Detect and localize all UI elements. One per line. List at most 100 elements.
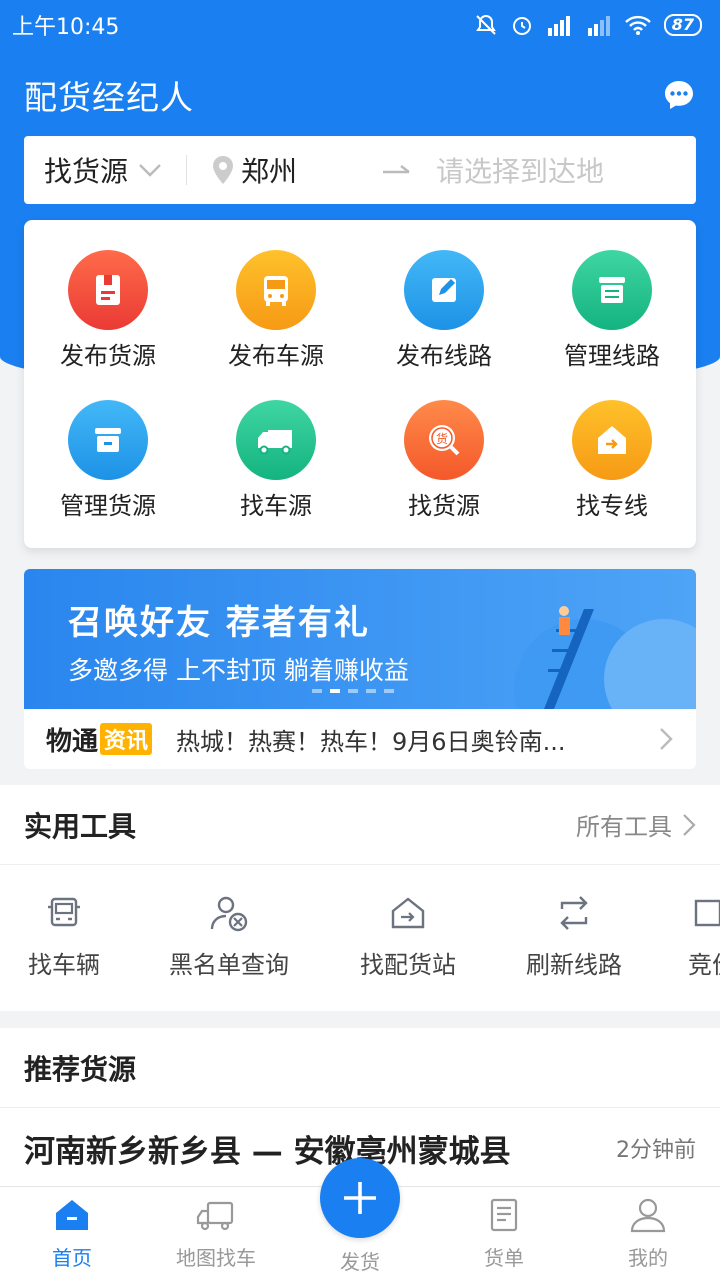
carousel-indicator bbox=[312, 689, 394, 693]
battery-indicator: 87 bbox=[663, 14, 702, 36]
plus-icon bbox=[344, 1182, 376, 1214]
tools-header: 实用工具 所有工具 bbox=[0, 785, 720, 865]
signal-icon bbox=[587, 16, 610, 36]
banner-subtitle: 多邀多得 上不封顶 躺着赚收益 bbox=[68, 656, 409, 685]
carousel-dot bbox=[366, 689, 376, 693]
menu-find-cargo[interactable]: 货 找货源 bbox=[360, 400, 528, 521]
mute-icon bbox=[475, 14, 496, 35]
news-logo-tag: 资讯 bbox=[100, 723, 153, 755]
publish-route-icon bbox=[404, 250, 484, 330]
recommended-title: 推荐货源 bbox=[24, 1052, 137, 1086]
menu-find-truck[interactable]: 找车源 bbox=[192, 400, 360, 521]
home-icon bbox=[56, 1200, 88, 1230]
app-bar: 配货经纪人 bbox=[24, 70, 696, 120]
find-truck-icon bbox=[236, 400, 316, 480]
chevron-right-icon bbox=[660, 728, 673, 750]
tools-row: 找车辆 黑名单查询 找配货站 刷新线路 竞价 bbox=[0, 865, 720, 1011]
page-title: 配货经纪人 bbox=[24, 78, 194, 117]
status-bar: 上午10:45 87 bbox=[0, 0, 720, 50]
chat-bubble-icon[interactable] bbox=[662, 78, 696, 112]
cargo-route: 河南新乡新乡县 — 安徽亳州蒙城县 bbox=[24, 1133, 511, 1170]
profile-icon bbox=[630, 1198, 666, 1233]
refresh-icon bbox=[560, 896, 588, 930]
origin-selector[interactable]: 郑州 bbox=[211, 150, 381, 190]
cargo-time: 2分钟前 bbox=[616, 1138, 696, 1163]
tool-bid[interactable]: 竞价 bbox=[688, 893, 720, 980]
publish-cargo-icon bbox=[68, 250, 148, 330]
carousel-dot bbox=[384, 689, 394, 693]
search-type-label: 找货源 bbox=[44, 155, 129, 188]
news-ticker[interactable]: 物通 资讯 热城！热赛！热车！9月6日奥铃南... bbox=[24, 709, 696, 769]
manage-route-icon bbox=[572, 250, 652, 330]
ship-fab-button[interactable] bbox=[320, 1158, 400, 1238]
tool-label: 找车辆 bbox=[28, 951, 100, 979]
tool-find-station[interactable]: 找配货站 bbox=[356, 893, 460, 980]
menu-find-line[interactable]: 找专线 bbox=[528, 400, 696, 521]
recommended-header: 推荐货源 bbox=[0, 1028, 720, 1108]
route-search-bar: 找货源 郑州 请选择到达地 bbox=[24, 136, 696, 204]
route-arrow-icon bbox=[383, 165, 410, 174]
user-block-icon bbox=[210, 896, 248, 932]
tool-label: 找配货站 bbox=[360, 951, 456, 979]
all-tools-link[interactable]: 所有工具 bbox=[576, 807, 696, 842]
tools-title: 实用工具 bbox=[24, 809, 137, 843]
carousel-dot bbox=[312, 689, 322, 693]
status-icons: 87 bbox=[474, 13, 702, 37]
tab-label: 我的 bbox=[628, 1246, 668, 1270]
tab-label: 货单 bbox=[484, 1246, 524, 1270]
menu-label: 找专线 bbox=[576, 492, 648, 520]
tool-label: 刷新线路 bbox=[526, 951, 622, 979]
tool-find-vehicle[interactable]: 找车辆 bbox=[24, 893, 104, 980]
news-logo-main: 物通 bbox=[46, 726, 99, 757]
bid-icon bbox=[694, 899, 720, 927]
menu-publish-cargo[interactable]: 发布货源 bbox=[24, 250, 192, 371]
tab-label: 地图找车 bbox=[176, 1246, 256, 1270]
promo-banner[interactable]: 召唤好友 荐者有礼 多邀多得 上不封顶 躺着赚收益 bbox=[24, 569, 696, 709]
menu-publish-truck[interactable]: 发布车源 bbox=[192, 250, 360, 371]
tab-map-truck[interactable]: 地图找车 bbox=[144, 1197, 288, 1271]
order-list-icon bbox=[490, 1198, 518, 1232]
origin-city: 郑州 bbox=[241, 155, 298, 188]
tab-label: 首页 bbox=[52, 1246, 92, 1270]
news-headline: 热城！热赛！热车！9月6日奥铃南... bbox=[176, 727, 566, 756]
svg-text:货: 货 bbox=[436, 431, 448, 446]
quick-actions-card: 发布货源 发布车源 发布线路 管理线路 管理货源 找车源 货 找货源 找专线 bbox=[24, 220, 696, 548]
search-type-dropdown[interactable]: 找货源 bbox=[44, 150, 162, 190]
alarm-icon bbox=[512, 17, 531, 35]
menu-label: 发布车源 bbox=[228, 342, 324, 370]
wifi-icon bbox=[624, 15, 651, 35]
tools-section: 实用工具 所有工具 找车辆 黑名单查询 找配货站 刷新线路 竞价 bbox=[0, 785, 720, 1011]
menu-manage-cargo[interactable]: 管理货源 bbox=[24, 400, 192, 521]
tool-blacklist[interactable]: 黑名单查询 bbox=[164, 893, 294, 980]
manage-cargo-icon bbox=[68, 400, 148, 480]
destination-selector[interactable]: 请选择到达地 bbox=[436, 150, 604, 190]
menu-label: 发布线路 bbox=[396, 342, 492, 370]
menu-manage-route[interactable]: 管理线路 bbox=[528, 250, 696, 371]
menu-label: 发布货源 bbox=[60, 342, 156, 370]
truck-front-icon bbox=[48, 897, 80, 927]
carousel-dot-active bbox=[330, 689, 340, 693]
map-truck-icon bbox=[196, 1201, 234, 1231]
station-icon bbox=[391, 897, 425, 929]
tool-label: 黑名单查询 bbox=[169, 951, 289, 979]
publish-truck-icon bbox=[236, 250, 316, 330]
status-time: 上午10:45 bbox=[12, 15, 120, 40]
menu-label: 找货源 bbox=[408, 492, 480, 520]
find-line-icon bbox=[572, 400, 652, 480]
menu-publish-route[interactable]: 发布线路 bbox=[360, 250, 528, 371]
menu-label: 管理货源 bbox=[60, 492, 156, 520]
tool-refresh-route[interactable]: 刷新线路 bbox=[522, 893, 626, 980]
tab-profile[interactable]: 我的 bbox=[576, 1197, 720, 1271]
menu-label: 管理线路 bbox=[564, 342, 660, 370]
all-tools-label: 所有工具 bbox=[576, 813, 672, 841]
tab-label-ship: 发货 bbox=[340, 1250, 380, 1274]
signal-hd-icon bbox=[547, 16, 570, 36]
chevron-right-icon bbox=[683, 813, 696, 836]
chevron-down-icon bbox=[139, 164, 161, 177]
tab-orders[interactable]: 货单 bbox=[432, 1197, 576, 1271]
tab-home[interactable]: 首页 bbox=[0, 1197, 144, 1271]
find-cargo-icon: 货 bbox=[404, 400, 484, 480]
menu-label: 找车源 bbox=[240, 492, 312, 520]
divider bbox=[186, 155, 188, 185]
location-pin-icon bbox=[213, 156, 234, 184]
